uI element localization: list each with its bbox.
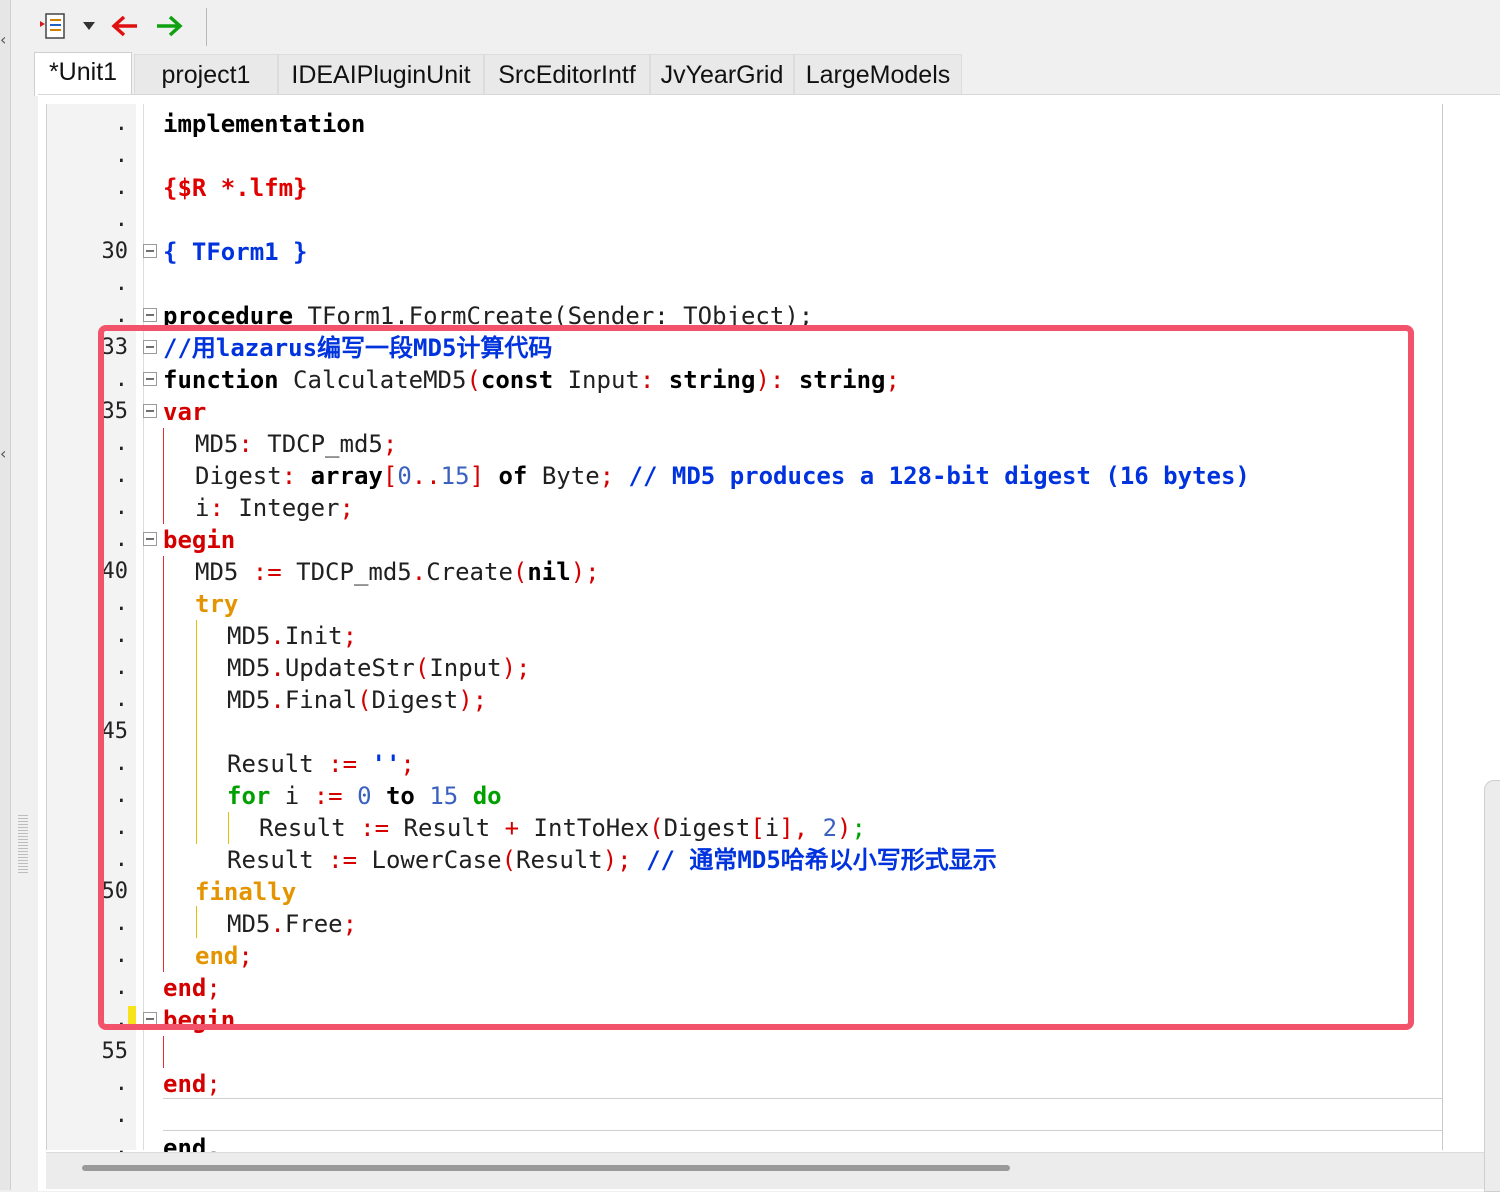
file-tabs: *Unit1 project1 IDEAIPluginUnit SrcEdito… xyxy=(30,52,1500,96)
editor-toolbar xyxy=(12,0,1500,50)
forward-arrow-icon[interactable] xyxy=(152,10,186,42)
tab-project1[interactable]: project1 xyxy=(134,54,278,94)
tab-jvyeargrid[interactable]: JvYearGrid xyxy=(650,54,794,94)
line-number: . xyxy=(114,271,128,296)
line-number: . xyxy=(114,207,128,232)
side-panel-edge[interactable] xyxy=(1484,780,1500,1192)
compiler-directive: {$R *.lfm} xyxy=(163,174,308,202)
keyword: implementation xyxy=(163,110,366,138)
splitter-grip[interactable] xyxy=(18,815,28,875)
fold-toggle-icon[interactable] xyxy=(143,244,157,258)
tab-srceditorintf[interactable]: SrcEditorIntf xyxy=(484,54,650,94)
right-margin-line xyxy=(1442,104,1443,1150)
tab-unit1[interactable]: *Unit1 xyxy=(34,52,132,96)
left-dock-strip: ‹ ‹ xyxy=(0,0,11,1190)
scrollbar-thumb[interactable] xyxy=(82,1165,1010,1171)
collapse-arrow-icon[interactable]: ‹ xyxy=(0,444,6,463)
dropdown-arrow-icon[interactable] xyxy=(78,10,100,42)
code-line: implementation xyxy=(163,108,365,140)
highlight-annotation-box xyxy=(98,325,1414,1030)
line-number: . xyxy=(114,1103,128,1128)
tab-ideaipluginunit[interactable]: IDEAIPluginUnit xyxy=(278,54,484,94)
collapse-arrow-icon[interactable]: ‹ xyxy=(0,30,6,49)
keyword: end xyxy=(163,1070,207,1098)
code-line: {$R *.lfm} xyxy=(163,172,308,204)
code-line: end. xyxy=(163,1132,221,1152)
line-number: . xyxy=(114,143,128,168)
fold-toggle-icon[interactable] xyxy=(143,308,157,322)
document-list-icon[interactable] xyxy=(38,10,70,42)
code-line: { TForm1 } xyxy=(163,236,308,268)
section-separator xyxy=(163,1098,1443,1099)
line-number: . xyxy=(114,1071,128,1096)
keyword: end. xyxy=(163,1134,221,1152)
comment: { TForm1 } xyxy=(163,238,308,266)
section-separator xyxy=(163,1130,1443,1131)
back-arrow-icon[interactable] xyxy=(108,10,142,42)
line-number: . xyxy=(114,175,128,200)
toolbar-separator xyxy=(206,8,207,46)
line-number: 55 xyxy=(101,1039,129,1064)
tab-largemodels[interactable]: LargeModels xyxy=(794,54,962,94)
block-guide-line xyxy=(163,1036,164,1068)
line-number: . xyxy=(114,111,128,136)
line-number: 30 xyxy=(101,239,129,264)
code-line: end; xyxy=(163,1070,221,1098)
